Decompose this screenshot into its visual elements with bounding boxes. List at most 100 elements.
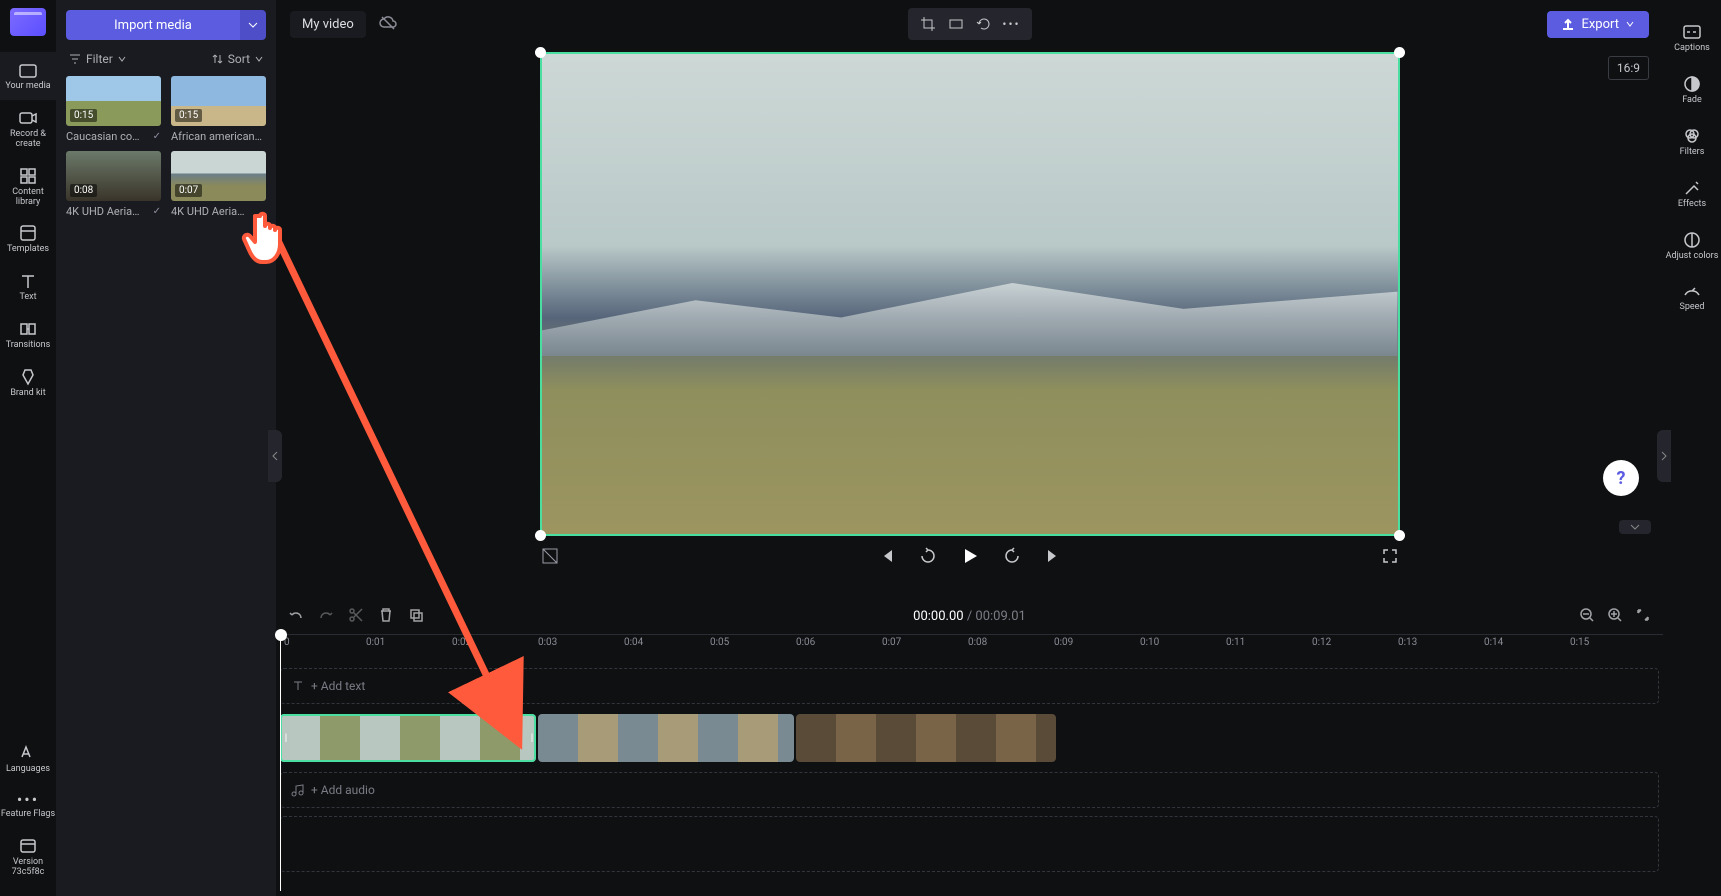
sort-button[interactable]: Sort xyxy=(210,52,264,66)
filter-button[interactable]: Filter xyxy=(68,52,127,66)
import-media-dropdown[interactable] xyxy=(240,10,266,40)
timeline-toolbar: 00:00.00 / 00:09.01 xyxy=(276,598,1663,634)
rail-speed[interactable]: Speed xyxy=(1664,273,1720,321)
delete-button[interactable] xyxy=(378,607,394,626)
rail-version[interactable]: Version 73c5f8c xyxy=(0,828,56,886)
rail-brand-kit[interactable]: Brand kit xyxy=(0,359,56,407)
rail-record[interactable]: Record & create xyxy=(0,100,56,158)
expand-panel-button[interactable] xyxy=(1657,430,1671,482)
chevron-left-icon xyxy=(271,451,279,461)
ruler-tick: 0:15 xyxy=(1570,637,1589,648)
app-logo[interactable] xyxy=(10,8,46,36)
back-10-button[interactable] xyxy=(918,546,938,566)
add-text-label: + Add text xyxy=(311,679,365,693)
help-button[interactable]: ? xyxy=(1603,460,1639,496)
crop-button[interactable] xyxy=(916,12,940,36)
left-rail: Your media Record & create Content libra… xyxy=(0,0,56,896)
camera-icon xyxy=(18,108,38,128)
timeline-clip[interactable] xyxy=(538,714,794,762)
rotate-button[interactable] xyxy=(972,12,996,36)
export-button[interactable]: Export xyxy=(1547,11,1649,38)
rail-text[interactable]: Text xyxy=(0,263,56,311)
chevron-down-icon xyxy=(117,54,127,64)
clip-title: African american… xyxy=(171,130,262,143)
rail-languages[interactable]: Languages xyxy=(0,735,56,783)
selected-clip-frame[interactable] xyxy=(540,52,1400,536)
clip-trim-right[interactable]: || xyxy=(526,714,536,762)
zoom-fit-button[interactable] xyxy=(1635,607,1651,626)
undo-button[interactable] xyxy=(288,607,304,626)
rail-filters[interactable]: Filters xyxy=(1664,118,1720,166)
play-button[interactable] xyxy=(960,546,980,566)
fit-button[interactable] xyxy=(944,12,968,36)
filter-icon xyxy=(68,52,82,66)
timeline-tray-toggle[interactable] xyxy=(1619,520,1651,534)
duplicate-button[interactable] xyxy=(408,607,424,626)
resize-handle-bl[interactable] xyxy=(535,530,546,541)
rail-templates[interactable]: Templates xyxy=(0,215,56,263)
redo-button[interactable] xyxy=(318,607,334,626)
ruler-tick: 0:06 xyxy=(796,637,815,648)
project-title[interactable]: My video xyxy=(290,11,366,38)
media-clip[interactable]: 0:15 African american… xyxy=(171,76,266,143)
sort-label: Sort xyxy=(228,52,250,66)
resize-handle-tl[interactable] xyxy=(535,47,546,58)
text-track[interactable]: + Add text xyxy=(280,668,1659,704)
media-grid: 0:15 Caucasian co…✓ 0:15 African america… xyxy=(66,76,266,218)
rail-fade[interactable]: Fade xyxy=(1664,66,1720,114)
zoom-out-button[interactable] xyxy=(1579,607,1595,626)
chevron-down-icon xyxy=(1625,19,1635,29)
timeline-clip-selected[interactable]: || || xyxy=(280,714,536,762)
clip-trim-left[interactable]: || xyxy=(280,714,290,762)
chevron-down-icon xyxy=(1629,523,1641,531)
preview-canvas[interactable] xyxy=(540,52,1400,536)
rail-adjust-colors[interactable]: Adjust colors xyxy=(1664,222,1720,270)
fullscreen-button[interactable] xyxy=(1380,546,1400,566)
skip-end-button[interactable] xyxy=(1044,546,1064,566)
timeline-clip[interactable] xyxy=(796,714,1056,762)
window-icon xyxy=(18,836,38,856)
collapse-panel-button[interactable] xyxy=(268,430,282,482)
filter-label: Filter xyxy=(86,52,113,66)
clip-duration: 0:15 xyxy=(70,109,97,122)
rail-content-library[interactable]: Content library xyxy=(0,158,56,216)
media-clip[interactable]: 0:08 4K UHD Aeria…✓ xyxy=(66,151,161,218)
fwd-10-button[interactable] xyxy=(1002,546,1022,566)
clip-thumbnail: 0:08 xyxy=(66,151,161,201)
rail-transitions[interactable]: Transitions xyxy=(0,311,56,359)
clip-duration: 0:07 xyxy=(175,184,202,197)
playhead[interactable] xyxy=(280,631,281,891)
rail-effects[interactable]: Effects xyxy=(1664,170,1720,218)
import-media-main[interactable]: Import media xyxy=(66,10,240,40)
safe-zone-button[interactable] xyxy=(540,546,560,566)
more-button[interactable]: ••• xyxy=(1000,12,1024,36)
video-track[interactable]: || || xyxy=(280,712,1659,764)
zoom-in-button[interactable] xyxy=(1607,607,1623,626)
media-clip[interactable]: 0:07 4K UHD Aeria… xyxy=(171,151,266,218)
skip-start-button[interactable] xyxy=(876,546,896,566)
aspect-ratio-button[interactable]: 16:9 xyxy=(1608,56,1649,80)
clip-duration: 0:08 xyxy=(70,184,97,197)
clip-title: 4K UHD Aeria… xyxy=(66,205,140,218)
audio-track[interactable]: + Add audio xyxy=(280,772,1659,808)
rail-captions[interactable]: Captions xyxy=(1664,14,1720,62)
rail-your-media[interactable]: Your media xyxy=(0,52,56,100)
empty-track[interactable] xyxy=(280,816,1659,872)
media-clip[interactable]: 0:15 Caucasian co…✓ xyxy=(66,76,161,143)
filters-icon xyxy=(1682,126,1702,146)
rail-feature-flags[interactable]: ••• Feature Flags xyxy=(0,783,56,828)
ruler-tick: 0:10 xyxy=(1140,637,1159,648)
import-media-button[interactable]: Import media xyxy=(66,10,266,40)
rail-label: Fade xyxy=(1682,96,1702,106)
add-audio-label: + Add audio xyxy=(311,783,375,797)
clip-thumbnail: 0:07 xyxy=(171,151,266,201)
cloud-sync-icon[interactable] xyxy=(378,13,398,36)
top-bar: My video ••• Export xyxy=(276,0,1663,48)
chevron-right-icon xyxy=(1660,451,1668,461)
resize-handle-br[interactable] xyxy=(1394,530,1405,541)
split-button[interactable] xyxy=(348,607,364,626)
dots-icon: ••• xyxy=(17,791,39,809)
ruler-tick: 0:14 xyxy=(1484,637,1503,648)
resize-handle-tr[interactable] xyxy=(1394,47,1405,58)
timeline-ruler[interactable]: 0 0:01 0:02 0:03 0:04 0:05 0:06 0:07 0:0… xyxy=(276,634,1663,660)
